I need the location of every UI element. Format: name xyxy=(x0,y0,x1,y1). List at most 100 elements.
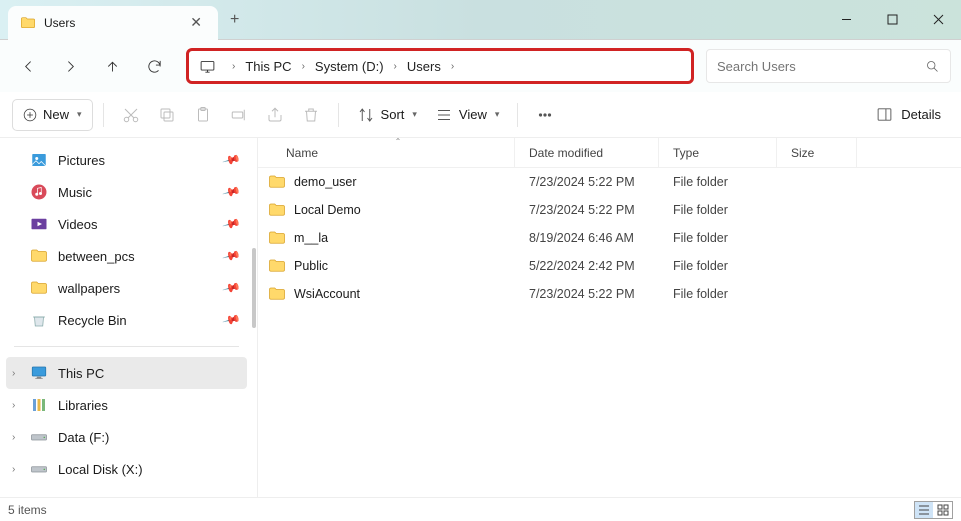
new-button[interactable]: New ▾ xyxy=(12,99,93,131)
file-row[interactable]: Public5/22/2024 2:42 PMFile folder xyxy=(258,252,961,280)
column-header-name[interactable]: Name ⌃ xyxy=(258,138,515,167)
drive-icon xyxy=(30,460,48,478)
details-icon xyxy=(876,106,893,123)
pin-icon: 📌 xyxy=(222,246,242,266)
copy-button[interactable] xyxy=(150,99,184,131)
column-date-label: Date modified xyxy=(529,146,603,160)
chevron-right-icon: › xyxy=(222,61,245,72)
details-view-button[interactable] xyxy=(915,502,933,518)
sidebar-item-data-f-[interactable]: › Data (F:) xyxy=(6,421,247,453)
file-date: 5/22/2024 2:42 PM xyxy=(515,259,659,273)
sidebar-item-recycle-bin[interactable]: Recycle Bin 📌 xyxy=(6,304,247,336)
file-name: demo_user xyxy=(294,175,357,189)
file-type: File folder xyxy=(659,287,777,301)
tab-title: Users xyxy=(44,16,178,30)
search-box[interactable] xyxy=(706,49,951,83)
file-type: File folder xyxy=(659,175,777,189)
breadcrumb[interactable]: › This PC › System (D:) › Users › xyxy=(186,48,694,84)
sidebar-item-label: Music xyxy=(58,185,92,200)
file-name: m__la xyxy=(294,231,328,245)
sidebar-item-videos[interactable]: Videos📌 xyxy=(6,208,247,240)
chevron-right-icon: › xyxy=(384,61,407,72)
crumb-users[interactable]: Users xyxy=(407,59,441,74)
sort-indicator-icon: ⌃ xyxy=(395,137,402,146)
search-icon xyxy=(925,59,940,74)
sidebar-item-label: Data (F:) xyxy=(58,430,109,445)
sidebar-divider xyxy=(14,346,239,347)
details-pane-button[interactable]: Details xyxy=(868,106,949,123)
status-bar: 5 items xyxy=(0,497,961,521)
folder-icon xyxy=(268,257,286,275)
sidebar-item-between-pcs[interactable]: between_pcs📌 xyxy=(6,240,247,272)
file-type: File folder xyxy=(659,203,777,217)
column-header-type[interactable]: Type xyxy=(659,138,777,167)
sidebar-item-label: Videos xyxy=(58,217,98,232)
sidebar-item-label: wallpapers xyxy=(58,281,120,296)
view-label: View xyxy=(459,107,487,122)
recycle-icon xyxy=(30,311,48,329)
delete-button[interactable] xyxy=(294,99,328,131)
folder-icon xyxy=(30,247,48,265)
file-date: 7/23/2024 5:22 PM xyxy=(515,203,659,217)
more-button[interactable] xyxy=(528,99,562,131)
chevron-right-icon[interactable]: › xyxy=(12,400,15,411)
sort-button[interactable]: Sort ▾ xyxy=(349,99,425,131)
file-name: WsiAccount xyxy=(294,287,360,301)
chevron-right-icon[interactable]: › xyxy=(12,464,15,475)
sidebar-item-libraries[interactable]: ›Libraries xyxy=(6,389,247,421)
thumbnail-view-button[interactable] xyxy=(934,502,952,518)
item-count: 5 items xyxy=(8,503,47,517)
file-date: 7/23/2024 5:22 PM xyxy=(515,175,659,189)
crumb-this-pc[interactable]: This PC xyxy=(245,59,291,74)
chevron-right-icon[interactable]: › xyxy=(12,368,15,379)
close-button[interactable] xyxy=(915,0,961,39)
minimize-button[interactable] xyxy=(823,0,869,39)
tab-current[interactable]: Users ✕ xyxy=(8,6,218,40)
up-button[interactable] xyxy=(92,48,132,84)
sort-icon xyxy=(357,106,375,124)
videos-icon xyxy=(30,215,48,233)
folder-icon xyxy=(268,229,286,247)
folder-icon xyxy=(20,15,36,31)
scrollbar-thumb[interactable] xyxy=(252,248,256,328)
column-header-size[interactable]: Size xyxy=(777,138,857,167)
cut-button[interactable] xyxy=(114,99,148,131)
sidebar-item-this-pc[interactable]: ›This PC xyxy=(6,357,247,389)
pin-icon: 📌 xyxy=(222,310,242,330)
column-name-label: Name xyxy=(286,146,318,160)
sort-label: Sort xyxy=(381,107,405,122)
file-row[interactable]: WsiAccount7/23/2024 5:22 PMFile folder xyxy=(258,280,961,308)
pin-icon: 📌 xyxy=(222,182,242,202)
new-label: New xyxy=(43,107,69,122)
sidebar-item-local-disk-x-[interactable]: ›Local Disk (X:) xyxy=(6,453,247,485)
details-label: Details xyxy=(901,107,941,122)
file-row[interactable]: Local Demo7/23/2024 5:22 PMFile folder xyxy=(258,196,961,224)
view-button[interactable]: View ▾ xyxy=(427,99,507,131)
file-type: File folder xyxy=(659,259,777,273)
sidebar-item-wallpapers[interactable]: wallpapers📌 xyxy=(6,272,247,304)
new-tab-button[interactable]: + xyxy=(218,11,251,29)
maximize-button[interactable] xyxy=(869,0,915,39)
share-button[interactable] xyxy=(258,99,292,131)
back-button[interactable] xyxy=(8,48,48,84)
column-header-date[interactable]: Date modified xyxy=(515,138,659,167)
forward-button[interactable] xyxy=(50,48,90,84)
sidebar-item-pictures[interactable]: Pictures📌 xyxy=(6,144,247,176)
tab-close-button[interactable]: ✕ xyxy=(186,14,206,31)
paste-button[interactable] xyxy=(186,99,220,131)
pc-icon xyxy=(30,364,48,382)
refresh-button[interactable] xyxy=(134,48,174,84)
column-size-label: Size xyxy=(791,146,814,160)
file-row[interactable]: m__la8/19/2024 6:46 AMFile folder xyxy=(258,224,961,252)
chevron-right-icon[interactable]: › xyxy=(12,432,15,443)
libraries-icon xyxy=(30,396,48,414)
file-type: File folder xyxy=(659,231,777,245)
search-input[interactable] xyxy=(717,59,925,74)
chevron-right-icon: › xyxy=(441,61,464,72)
sidebar-item-label: Recycle Bin xyxy=(58,313,127,328)
file-row[interactable]: demo_user 7/23/2024 5:22 PMFile folder xyxy=(258,168,961,196)
plus-icon xyxy=(23,108,37,122)
rename-button[interactable] xyxy=(222,99,256,131)
crumb-drive[interactable]: System (D:) xyxy=(315,59,384,74)
sidebar-item-music[interactable]: Music 📌 xyxy=(6,176,247,208)
